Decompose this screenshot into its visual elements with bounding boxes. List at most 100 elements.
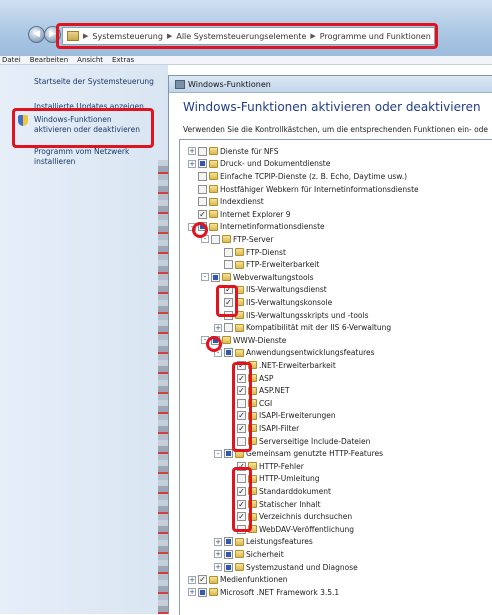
- tree-row[interactable]: - WWW-Dienste: [201, 334, 286, 347]
- tree-row[interactable]: Indexdienst: [188, 195, 264, 208]
- feature-checkbox[interactable]: [198, 146, 207, 156]
- breadcrumb-programme-und-funktionen[interactable]: Programme und Funktionen: [320, 32, 431, 41]
- feature-checkbox[interactable]: [237, 524, 246, 534]
- expand-icon[interactable]: +: [214, 323, 222, 332]
- tree-row[interactable]: Einfache TCPIP-Dienste (z. B. Echo, Dayt…: [188, 170, 407, 183]
- features-tree[interactable]: + Dienste für NFS + Druck- und Dokumentdien…: [179, 139, 492, 615]
- expand-icon[interactable]: +: [188, 159, 196, 168]
- expand-icon[interactable]: +: [214, 550, 222, 559]
- tree-row[interactable]: Internet Explorer 9: [188, 208, 291, 221]
- feature-checkbox[interactable]: [198, 171, 207, 181]
- menu-extras[interactable]: Extras: [112, 56, 134, 64]
- tree-row[interactable]: - FTP-Server: [201, 233, 273, 246]
- tree-row[interactable]: + Kompatibilität mit der IIS 6-Verwaltung: [214, 321, 391, 334]
- tree-row[interactable]: Standarddokument: [227, 485, 331, 498]
- tree-row[interactable]: FTP-Dienst: [214, 246, 286, 259]
- collapse-icon[interactable]: -: [214, 449, 222, 458]
- tree-row[interactable]: + Druck- und Dokumentdienste: [188, 158, 330, 171]
- menu-bearbeiten[interactable]: Bearbeiten: [30, 56, 68, 64]
- feature-checkbox[interactable]: [237, 461, 246, 471]
- feature-checkbox[interactable]: [224, 348, 233, 358]
- tree-row[interactable]: FTP-Erweiterbarkeit: [214, 258, 319, 271]
- feature-checkbox[interactable]: [237, 373, 246, 383]
- address-bar[interactable]: ▶ Systemsteuerung ▶ Alle Systemsteuerung…: [62, 27, 435, 45]
- expand-icon[interactable]: +: [188, 575, 196, 584]
- tree-row[interactable]: Serverseitige Include-Dateien: [227, 435, 370, 448]
- tree-row[interactable]: ISAPI-Erweiterungen: [227, 410, 336, 423]
- tree-row[interactable]: ISAPI-Filter: [227, 422, 299, 435]
- feature-checkbox[interactable]: [211, 234, 220, 244]
- tree-row[interactable]: - Anwendungsentwicklungsfeatures: [214, 347, 375, 360]
- feature-checkbox[interactable]: [237, 436, 246, 446]
- tree-row[interactable]: HTTP-Fehler: [227, 460, 304, 473]
- sidebar-link-programm-netzwerk[interactable]: Programm vom Netzwerk: [34, 147, 129, 157]
- tree-row[interactable]: IIS-Verwaltungskonsole: [214, 296, 332, 309]
- collapse-icon[interactable]: -: [201, 273, 209, 282]
- feature-checkbox[interactable]: [224, 562, 233, 572]
- tree-row[interactable]: IIS-Verwaltungsdienst: [214, 284, 327, 297]
- tree-row[interactable]: + Sicherheit: [214, 548, 284, 561]
- collapse-icon[interactable]: -: [188, 222, 196, 231]
- feature-checkbox[interactable]: [237, 512, 246, 522]
- tree-row[interactable]: IIS-Verwaltungsskripts und -tools: [214, 309, 369, 322]
- feature-checkbox[interactable]: [237, 398, 246, 408]
- tree-row[interactable]: - Gemeinsam genutzte HTTP-Features: [214, 447, 383, 460]
- tree-row[interactable]: + Medienfunktionen: [188, 573, 288, 586]
- feature-checkbox[interactable]: [224, 537, 233, 547]
- feature-checkbox[interactable]: [198, 222, 207, 232]
- breadcrumb-systemsteuerung[interactable]: Systemsteuerung: [92, 32, 163, 41]
- tree-row[interactable]: ASP.NET: [227, 384, 290, 397]
- expand-icon[interactable]: +: [214, 537, 222, 546]
- sidebar-link-windows-funktionen[interactable]: Windows-Funktionen: [34, 115, 112, 125]
- expand-icon[interactable]: +: [188, 588, 196, 597]
- tree-row[interactable]: - Internetinformationsdienste: [188, 221, 325, 234]
- tree-row[interactable]: CGI: [227, 397, 272, 410]
- menu-datei[interactable]: Datei: [2, 56, 21, 64]
- feature-checkbox[interactable]: [224, 310, 233, 320]
- feature-checkbox[interactable]: [224, 260, 233, 270]
- feature-checkbox[interactable]: [198, 159, 207, 169]
- tree-row[interactable]: + Systemzustand und Diagnose: [214, 561, 358, 574]
- collapse-icon[interactable]: -: [201, 336, 209, 345]
- tree-row[interactable]: + Leistungsfeatures: [214, 536, 313, 549]
- tree-row[interactable]: .NET-Erweiterbarkeit: [227, 359, 336, 372]
- back-button[interactable]: ◀: [28, 26, 45, 43]
- feature-checkbox[interactable]: [237, 486, 246, 496]
- feature-checkbox[interactable]: [224, 285, 233, 295]
- feature-checkbox[interactable]: [198, 184, 207, 194]
- feature-checkbox[interactable]: [211, 335, 220, 345]
- feature-checkbox[interactable]: [237, 423, 246, 433]
- tree-row[interactable]: Verzeichnis durchsuchen: [227, 510, 352, 523]
- forward-button[interactable]: ▶: [44, 26, 61, 43]
- expand-icon[interactable]: +: [214, 563, 222, 572]
- tree-row[interactable]: + Dienste für NFS: [188, 145, 279, 158]
- feature-checkbox[interactable]: [211, 272, 220, 282]
- tree-row[interactable]: HTTP-Umleitung: [227, 473, 320, 486]
- tree-row[interactable]: ASP: [227, 372, 273, 385]
- feature-checkbox[interactable]: [237, 386, 246, 396]
- sidebar-link-installierte-updates[interactable]: Installierte Updates anzeigen: [34, 102, 144, 112]
- collapse-icon[interactable]: -: [214, 348, 222, 357]
- breadcrumb-alle-elemente[interactable]: Alle Systemsteuerungselemente: [176, 32, 306, 41]
- feature-checkbox[interactable]: [224, 449, 233, 459]
- feature-checkbox[interactable]: [237, 411, 246, 421]
- menu-ansicht[interactable]: Ansicht: [77, 56, 103, 64]
- tree-row[interactable]: + Microsoft .NET Framework 3.5.1: [188, 586, 339, 599]
- feature-checkbox[interactable]: [198, 575, 207, 585]
- feature-checkbox[interactable]: [224, 323, 233, 333]
- sidebar-link-programm-netzwerk-line2[interactable]: installieren: [34, 157, 75, 167]
- sidebar-link-startseite[interactable]: Startseite der Systemsteuerung: [34, 77, 154, 87]
- feature-checkbox[interactable]: [198, 209, 207, 219]
- tree-row[interactable]: - Webverwaltungstools: [201, 271, 314, 284]
- tree-row[interactable]: Statischer Inhalt: [227, 498, 321, 511]
- feature-checkbox[interactable]: [224, 247, 233, 257]
- tree-row[interactable]: Hostfähiger Webkern für Internetinformat…: [188, 183, 419, 196]
- collapse-icon[interactable]: -: [201, 235, 209, 244]
- feature-checkbox[interactable]: [237, 474, 246, 484]
- sidebar-link-windows-funktionen-line2[interactable]: aktivieren oder deaktivieren: [34, 125, 140, 135]
- feature-checkbox[interactable]: [198, 587, 207, 597]
- tree-row[interactable]: WebDAV-Veröffentlichung: [227, 523, 354, 536]
- feature-checkbox[interactable]: [198, 197, 207, 207]
- feature-checkbox[interactable]: [237, 360, 246, 370]
- feature-checkbox[interactable]: [224, 297, 233, 307]
